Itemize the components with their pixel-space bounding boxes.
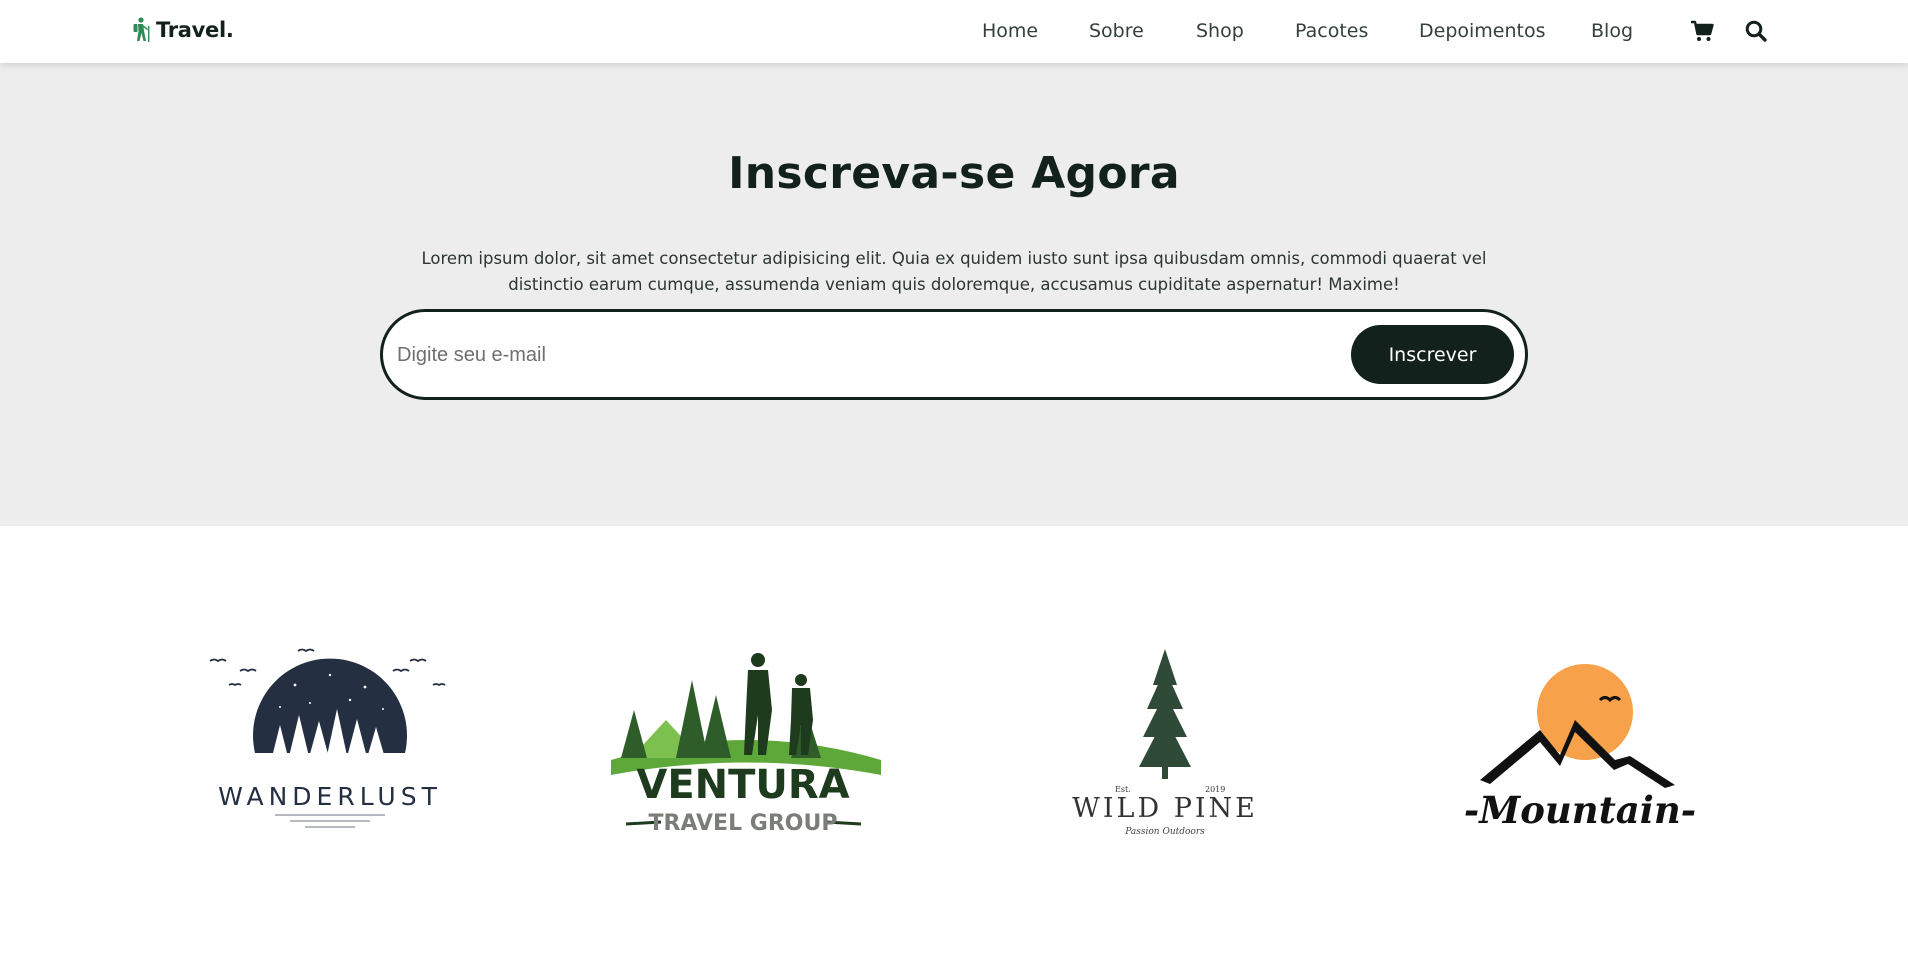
nav-blog[interactable]: Blog: [1591, 20, 1633, 42]
email-input[interactable]: [397, 334, 1297, 376]
brand-logo-mountain: -Mountain-: [1450, 660, 1710, 830]
brand-logo-wanderlust: WANDERLUST: [205, 645, 455, 840]
search-icon[interactable]: [1744, 19, 1768, 43]
wanderlust-text: WANDERLUST: [218, 782, 442, 811]
site-header: Travel. Home Sobre Shop Pacotes Depoimen…: [0, 0, 1908, 63]
nav-shop[interactable]: Shop: [1196, 20, 1244, 42]
newsletter-title: Inscreva-se Agora: [728, 148, 1180, 199]
wild-pine-text: WILD PINE: [1072, 793, 1258, 824]
mountain-text: -Mountain-: [1464, 788, 1696, 830]
nav-depoimentos[interactable]: Depoimentos: [1419, 20, 1546, 42]
newsletter-description: Lorem ipsum dolor, sit amet consectetur …: [421, 249, 1487, 294]
nav-pacotes[interactable]: Pacotes: [1295, 20, 1368, 42]
wild-pine-tagline: Passion Outdoors: [1124, 827, 1205, 837]
newsletter-form: Inscrever: [380, 309, 1528, 400]
logo-text: Travel.: [156, 18, 234, 42]
brand-logo-ventura: VENTURA TRAVEL GROUP: [606, 650, 881, 840]
logo[interactable]: Travel.: [132, 17, 234, 43]
nav-sobre[interactable]: Sobre: [1089, 20, 1144, 42]
hiker-icon: [133, 17, 150, 42]
ventura-subtext: TRAVEL GROUP: [649, 811, 838, 836]
ventura-text: VENTURA: [636, 762, 849, 808]
cart-icon[interactable]: [1690, 19, 1714, 43]
pine-tree-icon: [1139, 649, 1191, 779]
subscribe-button[interactable]: Inscrever: [1351, 325, 1514, 384]
brand-logo-wild-pine: Est. 2019 WILD PINE Passion Outdoors: [1065, 645, 1265, 845]
nav-home[interactable]: Home: [982, 20, 1038, 42]
